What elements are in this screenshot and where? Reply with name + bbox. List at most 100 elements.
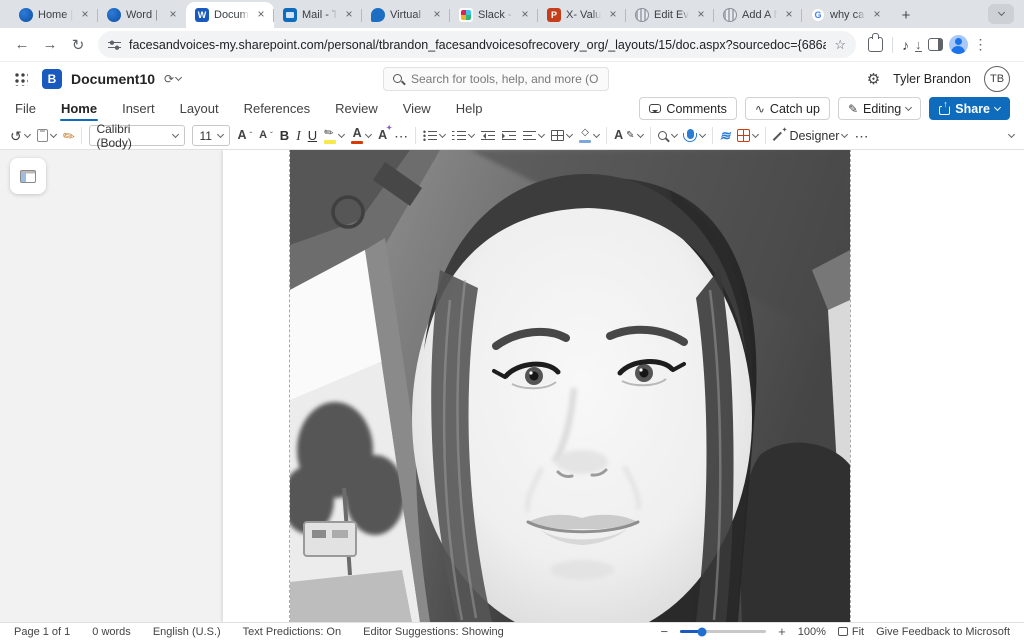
menu-tab-layout[interactable]: Layout <box>179 97 220 120</box>
browser-tab[interactable]: Mail - Tyle× <box>274 2 362 28</box>
menu-tab-file[interactable]: File <box>14 97 37 120</box>
font-size-select[interactable]: 11 <box>192 125 230 146</box>
zoom-level[interactable]: 100% <box>798 626 826 638</box>
format-painter-button[interactable]: ✎ <box>63 129 75 143</box>
status-item[interactable]: Text Predictions: On <box>243 626 341 638</box>
browser-tab[interactable]: Edit Event× <box>626 2 714 28</box>
media-controls-icon[interactable]: ♪ <box>902 38 909 52</box>
menu-tab-insert[interactable]: Insert <box>121 97 156 120</box>
dictate-button[interactable] <box>684 129 705 142</box>
fit-button[interactable]: Fit <box>838 626 864 638</box>
document-title[interactable]: Document10 <box>71 71 155 87</box>
menu-tab-home[interactable]: Home <box>60 97 98 120</box>
zoom-out-button[interactable]: − <box>661 625 669 638</box>
text-effects-button[interactable]: A <box>378 129 387 142</box>
save-status-icon[interactable]: ⟳ <box>164 72 174 86</box>
more-font-options-button[interactable]: ⋯ <box>394 129 408 143</box>
editor-button[interactable]: ≋ <box>720 128 731 144</box>
extensions-icon[interactable] <box>868 37 883 52</box>
menu-tab-review[interactable]: Review <box>334 97 379 120</box>
alignment-button[interactable] <box>523 130 544 141</box>
document-page[interactable] <box>223 150 1024 622</box>
bookmark-star-icon[interactable]: ☆ <box>834 37 846 53</box>
numbering-button[interactable] <box>452 130 474 141</box>
designer-button[interactable]: Designer <box>773 129 847 143</box>
comments-button[interactable]: Comments <box>639 97 736 120</box>
grow-font-button[interactable]: Aˆ <box>237 129 252 142</box>
user-avatar[interactable]: TB <box>984 66 1010 92</box>
undo-button[interactable]: ↺ <box>10 129 30 143</box>
add-ins-button[interactable] <box>737 129 758 142</box>
editing-mode-button[interactable]: ✎Editing <box>838 97 921 120</box>
highlight-button[interactable]: ✎ <box>324 128 344 144</box>
menu-tab-view[interactable]: View <box>402 97 432 120</box>
browser-tab[interactable]: Home | Mic× <box>10 2 98 28</box>
styles-button[interactable]: A✎ <box>614 129 642 142</box>
shading-button[interactable]: ◇ <box>579 128 599 143</box>
collapse-ribbon-button[interactable] <box>1009 135 1014 137</box>
font-color-button[interactable]: A <box>351 127 371 145</box>
address-bar[interactable]: facesandvoices-my.sharepoint.com/persona… <box>98 31 856 58</box>
underline-button[interactable]: U <box>308 128 317 143</box>
tab-close-icon[interactable]: × <box>694 8 708 22</box>
browser-tab[interactable]: PX- Values× <box>538 2 626 28</box>
bold-button[interactable]: B <box>280 128 289 143</box>
status-item[interactable]: 0 words <box>92 626 131 638</box>
shrink-font-button[interactable]: Aˇ <box>259 130 273 141</box>
feedback-link[interactable]: Give Feedback to Microsoft <box>876 626 1010 638</box>
tab-close-icon[interactable]: × <box>430 8 444 22</box>
tab-close-icon[interactable]: × <box>870 8 884 22</box>
document-photo[interactable] <box>290 150 850 622</box>
browser-tab[interactable]: Slack - ! f× <box>450 2 538 28</box>
status-item[interactable]: Page 1 of 1 <box>14 626 70 638</box>
share-button[interactable]: Share <box>929 97 1010 120</box>
font-name-select[interactable]: Calibri (Body) <box>89 125 185 146</box>
browser-tab[interactable]: Gwhy cant i× <box>802 2 890 28</box>
new-tab-button[interactable]: + <box>894 3 918 27</box>
tab-overflow-button[interactable] <box>988 4 1014 24</box>
tab-close-icon[interactable]: × <box>78 8 92 22</box>
paste-button[interactable] <box>37 129 56 142</box>
document-canvas[interactable] <box>0 150 1024 622</box>
zoom-slider[interactable] <box>680 630 766 633</box>
site-info-icon[interactable] <box>108 40 121 50</box>
menu-tab-references[interactable]: References <box>243 97 311 120</box>
zoom-in-button[interactable]: + <box>778 625 786 638</box>
decrease-indent-button[interactable] <box>481 130 495 141</box>
status-item[interactable]: English (U.S.) <box>153 626 221 638</box>
menu-tab-help[interactable]: Help <box>455 97 484 120</box>
tab-close-icon[interactable]: × <box>166 8 180 22</box>
browser-tab[interactable]: WDocument10× <box>186 2 274 28</box>
italic-button[interactable]: I <box>296 128 301 144</box>
word-logo-icon[interactable]: B <box>42 69 62 89</box>
profile-avatar[interactable] <box>949 35 968 54</box>
tab-close-icon[interactable]: × <box>518 8 532 22</box>
side-panel-icon[interactable] <box>928 38 943 51</box>
find-button[interactable] <box>658 131 677 140</box>
zoom-slider-knob[interactable] <box>697 627 706 636</box>
app-launcher-icon[interactable] <box>14 72 28 86</box>
increase-indent-button[interactable] <box>502 130 516 141</box>
settings-gear-icon[interactable]: ⚙ <box>867 70 880 88</box>
forward-button[interactable]: → <box>38 33 62 57</box>
navigation-pane-toggle-button[interactable] <box>10 158 46 194</box>
browser-menu-icon[interactable]: ⋮ <box>974 36 988 53</box>
back-button[interactable]: ← <box>10 33 34 57</box>
catch-up-button[interactable]: ∿Catch up <box>745 97 830 120</box>
browser-tab[interactable]: Word | Mic× <box>98 2 186 28</box>
bullets-button[interactable] <box>423 130 445 141</box>
more-ribbon-button[interactable]: ⋯ <box>854 129 868 143</box>
tab-close-icon[interactable]: × <box>782 8 796 22</box>
tab-close-icon[interactable]: × <box>254 8 268 22</box>
downloads-icon[interactable]: ↓ <box>915 38 922 52</box>
browser-tab[interactable]: Virtual Lea× <box>362 2 450 28</box>
reload-button[interactable]: ↻ <box>66 33 90 57</box>
search-input[interactable]: Search for tools, help, and more (Option… <box>383 67 609 91</box>
table-button[interactable] <box>551 130 572 141</box>
title-chevron-icon[interactable] <box>175 73 182 80</box>
tab-close-icon[interactable]: × <box>342 8 356 22</box>
status-item[interactable]: Editor Suggestions: Showing <box>363 626 504 638</box>
browser-tab[interactable]: Add A New× <box>714 2 802 28</box>
url-text[interactable]: facesandvoices-my.sharepoint.com/persona… <box>129 38 826 52</box>
tab-close-icon[interactable]: × <box>606 8 620 22</box>
